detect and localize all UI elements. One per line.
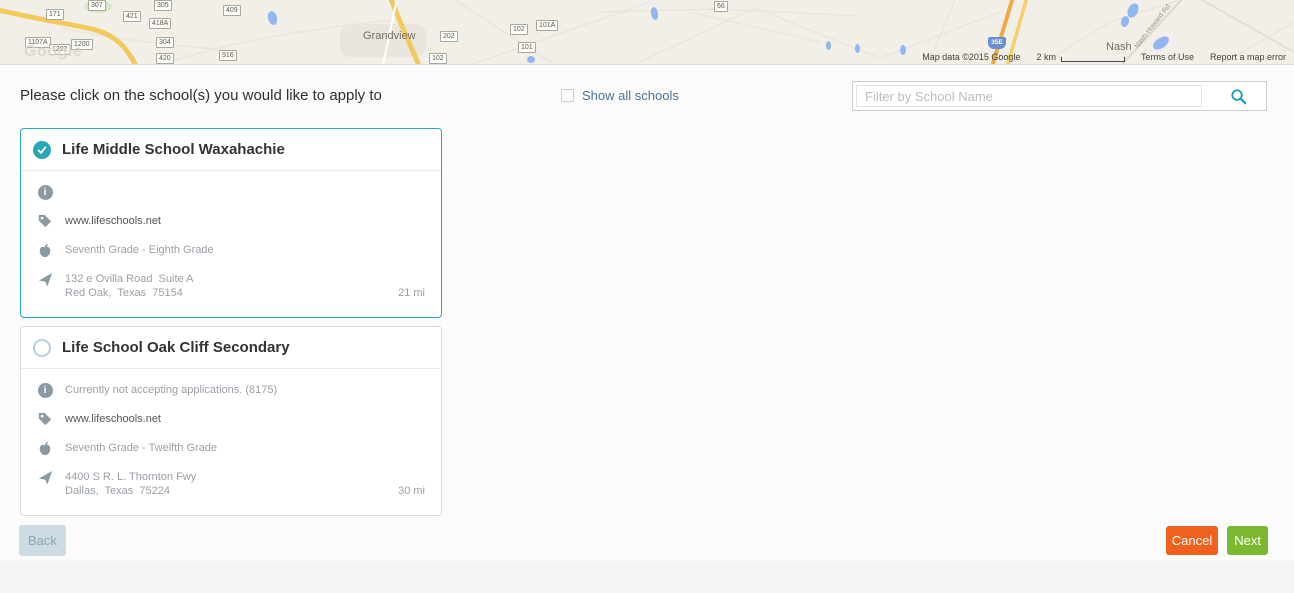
route-shield: 305 [154,0,172,11]
distance-label: 30 mi [398,485,425,497]
school-grades: Seventh Grade - Eighth Grade [65,243,214,257]
school-card[interactable]: Life Middle School Waxahachie i www.life… [20,128,442,318]
location-arrow-icon [37,470,53,485]
lake [855,44,860,53]
route-shield: 421 [123,11,141,22]
google-logo[interactable]: Google [24,43,82,61]
school-filter [852,81,1267,111]
route-shield: 102 [510,24,528,35]
school-address: 4400 S R. L. Thornton FwyDallas, Texas 7… [65,470,196,498]
checkbox-label: Show all schools [582,88,679,103]
info-row: i [37,185,425,200]
route-shield: 916 [219,50,237,61]
selected-check-icon[interactable] [33,141,51,159]
map-scale: 2 km [1036,52,1125,62]
next-button[interactable]: Next [1227,526,1268,555]
school-website: www.lifeschools.net [65,412,161,426]
school-website: www.lifeschools.net [65,214,161,228]
school-address: 132 e Ovilla Road Suite ARed Oak, Texas … [65,272,193,300]
school-name: Life School Oak Cliff Secondary [62,339,290,356]
scale-label: 2 km [1036,52,1056,62]
tag-icon [37,412,53,426]
terms-of-use-link[interactable]: Terms of Use [1141,52,1194,62]
info-text: Currently not accepting applications. (8… [65,383,277,397]
info-row: i Currently not accepting applications. … [37,383,425,398]
apple-icon [37,441,53,456]
tag-icon [37,214,53,228]
school-name: Life Middle School Waxahachie [62,141,285,158]
back-button[interactable]: Back [19,525,66,556]
show-all-schools-checkbox[interactable]: Show all schools [561,88,679,103]
route-shield: 101A [536,20,558,31]
search-icon [1230,88,1247,105]
website-row: www.lifeschools.net [37,214,425,229]
cancel-button[interactable]: Cancel [1166,526,1218,555]
route-shield: 101 [518,42,536,53]
address-row: 132 e Ovilla Road Suite ARed Oak, Texas … [37,272,425,300]
route-shield: 307 [88,0,106,11]
address-row: 4400 S R. L. Thornton FwyDallas, Texas 7… [37,470,425,498]
website-row: www.lifeschools.net [37,412,425,427]
info-icon: i [37,383,53,398]
route-shield: 418A [149,18,171,29]
location-arrow-icon [37,272,53,287]
school-card[interactable]: Life School Oak Cliff Secondary i Curren… [20,326,442,516]
page-title: Please click on the school(s) you would … [20,87,382,104]
school-selection-page: 171307421305418A4091107A1202120030442091… [0,0,1294,593]
scale-bar [1061,57,1125,62]
route-shield: 202 [440,31,458,42]
apple-icon [37,243,53,258]
grades-row: Seventh Grade - Eighth Grade [37,243,425,258]
info-icon: i [37,185,53,200]
report-map-error-link[interactable]: Report a map error [1210,52,1286,62]
route-shield: 102 [429,53,447,64]
map-attribution: Map data ©2015 Google 2 km Terms of Use … [922,52,1286,62]
footer-band [0,561,1294,593]
route-shield: 409 [223,5,241,16]
school-card-body: i Currently not accepting applications. … [21,369,441,498]
route-shield: 171 [46,9,64,20]
route-shield: 66 [714,1,728,12]
map[interactable]: 171307421305418A4091107A1202120030442091… [0,0,1294,65]
school-grades: Seventh Grade - Twelfth Grade [65,441,217,455]
checkbox-box[interactable] [561,89,574,102]
filter-input[interactable] [856,85,1202,107]
footer-actions: Cancel Next [1166,526,1268,555]
grades-row: Seventh Grade - Twelfth Grade [37,441,425,456]
unselected-radio-icon[interactable] [33,339,51,357]
lake [826,41,831,50]
school-card-header[interactable]: Life Middle School Waxahachie [21,129,441,171]
lake [527,56,535,63]
school-card-body: i www.lifeschools.net Seventh Grade - Ei… [21,171,441,300]
search-button[interactable] [1210,82,1266,110]
town-label: Grandview [363,30,416,42]
distance-label: 21 mi [398,287,425,299]
school-card-header[interactable]: Life School Oak Cliff Secondary [21,327,441,369]
map-data-text: Map data ©2015 Google [922,52,1020,62]
interstate-shield: 35E [988,37,1006,49]
route-shield: 304 [156,37,174,48]
lake [900,45,906,55]
route-shield: 420 [156,53,174,64]
